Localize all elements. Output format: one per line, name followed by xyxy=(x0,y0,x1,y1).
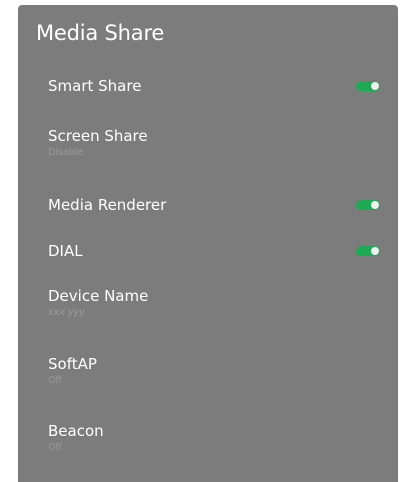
media-renderer-toggle[interactable] xyxy=(356,200,380,210)
setting-label: Media Renderer xyxy=(48,196,167,214)
setting-label: Beacon xyxy=(48,422,104,440)
dial-toggle[interactable] xyxy=(356,246,380,256)
media-share-panel: Media Share Smart Share Screen Share Dis… xyxy=(18,5,398,482)
setting-label: SoftAP xyxy=(48,355,97,373)
setting-label: Device Name xyxy=(48,287,149,305)
setting-label: Smart Share xyxy=(48,77,142,95)
setting-value: Disable xyxy=(48,147,84,158)
setting-label: Screen Share xyxy=(48,127,148,145)
setting-label: DIAL xyxy=(48,242,83,260)
smart-share-toggle[interactable] xyxy=(356,81,380,91)
panel-title: Media Share xyxy=(36,21,165,45)
toggle-knob xyxy=(371,247,379,255)
toggle-knob xyxy=(371,201,379,209)
toggle-knob xyxy=(371,82,379,90)
setting-value: xxx yyy xyxy=(48,307,85,318)
setting-value: Off xyxy=(48,442,63,453)
setting-value: Off xyxy=(48,375,63,386)
